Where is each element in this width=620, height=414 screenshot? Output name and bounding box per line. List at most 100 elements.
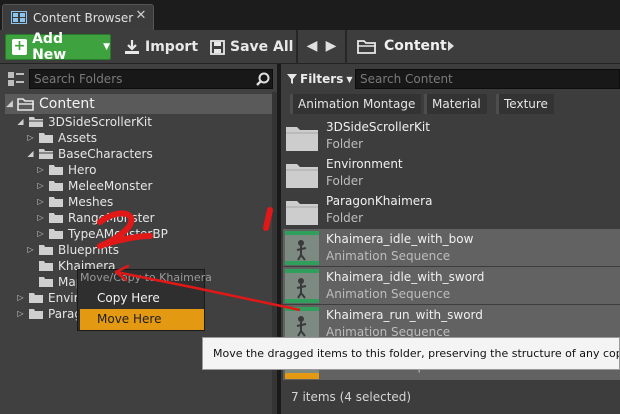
collapsed-arrow-icon[interactable]: ▷ <box>36 212 45 224</box>
tree-item-hero[interactable]: ▷ Hero <box>36 162 96 178</box>
tree-item-label: RangeMonster <box>68 211 155 225</box>
asset-name: Khaimera_idle_with_bow <box>326 232 474 246</box>
forward-arrow-icon[interactable]: ▶ <box>324 39 338 53</box>
filter-chip-texture[interactable]: Texture <box>496 94 554 114</box>
tab-content-browser[interactable]: Content Browser ✕ <box>2 4 154 30</box>
save-icon <box>210 39 225 55</box>
folder-icon <box>39 245 53 255</box>
tree-item-label: Hero <box>68 163 97 177</box>
asset-row[interactable]: ParagonKhaimera Folder <box>283 191 620 228</box>
tooltip: Move the dragged items to this folder, p… <box>202 337 620 370</box>
content-browser-icon <box>11 11 27 24</box>
toolbar: + Add New ▼ Import Save All ◀ ▶ Content <box>0 30 620 64</box>
move-here-menu-item[interactable]: Move Here <box>80 309 204 330</box>
filter-chip-material[interactable]: Material <box>424 94 487 114</box>
tree-item-content[interactable]: ◢ Content <box>5 94 272 114</box>
folder-open-icon <box>29 117 43 127</box>
asset-name: 3DSideScrollerKit <box>326 120 430 134</box>
expanded-arrow-icon[interactable]: ◢ <box>16 116 25 128</box>
close-icon[interactable]: ✕ <box>133 8 149 24</box>
collapsed-arrow-icon[interactable]: ▷ <box>36 228 45 240</box>
collapsed-arrow-icon[interactable]: ▷ <box>36 196 45 208</box>
asset-name: Khaimera_run_with_sword <box>326 308 483 322</box>
folder-icon <box>29 309 43 319</box>
filter-chip-label: Material <box>432 97 481 111</box>
asset-name: Khaimera_idle_with_sword <box>326 270 485 284</box>
tree-item-label: MeleeMonster <box>68 179 153 193</box>
filter-chip-label: Animation Montage <box>298 97 416 111</box>
drag-drop-menu-header: Move/Copy to Khaimera <box>80 271 212 284</box>
funnel-icon <box>287 74 297 84</box>
asset-type: Animation Sequence <box>326 287 451 301</box>
tree-item-label: TypeAMonsterBP <box>68 227 168 241</box>
folder-icon <box>286 164 318 188</box>
expanded-arrow-icon[interactable]: ◢ <box>26 148 35 160</box>
tree-item-label: 3DSideScrollerKit <box>48 115 152 129</box>
expanded-arrow-icon[interactable]: ◢ <box>5 98 14 110</box>
search-icon[interactable] <box>256 72 270 86</box>
chevron-right-icon[interactable] <box>448 41 454 51</box>
asset-row[interactable]: Khaimera_idle_with_sword Animation Seque… <box>283 267 620 304</box>
asset-type: Folder <box>326 137 364 151</box>
folder-icon <box>49 197 63 207</box>
collapsed-arrow-icon[interactable]: ▷ <box>26 244 35 256</box>
tree-item-blueprints[interactable]: ▷ Blueprints <box>26 242 119 258</box>
collapsed-arrow-icon[interactable]: ▷ <box>36 164 45 176</box>
animation-thumbnail-icon <box>285 269 319 303</box>
filter-chip-label: Texture <box>504 97 548 111</box>
chevron-down-icon: ▼ <box>346 74 353 84</box>
search-content-field[interactable] <box>355 69 620 89</box>
tree-item-3dsidescrollerkit[interactable]: ◢ 3DSideScrollerKit <box>16 114 152 130</box>
asset-type: Animation Sequence <box>326 249 451 263</box>
folder-icon <box>39 277 53 287</box>
save-all-button[interactable]: Save All <box>210 34 293 60</box>
copy-here-menu-item[interactable]: Copy Here <box>80 288 204 309</box>
status-bar: 7 items (4 selected) <box>291 390 412 404</box>
asset-type: Folder <box>326 211 364 225</box>
collapsed-arrow-icon[interactable]: ▷ <box>16 292 25 304</box>
animation-thumbnail-icon <box>285 231 319 265</box>
add-new-button[interactable]: + Add New ▼ <box>5 31 111 63</box>
folder-icon <box>357 40 376 54</box>
asset-name: Environment <box>326 157 403 171</box>
folder-icon <box>39 261 53 271</box>
import-button[interactable]: Import <box>124 34 198 60</box>
folder-open-icon <box>17 98 34 111</box>
tab-title: Content Browser <box>33 10 134 25</box>
tree-item-typeamonsterbp[interactable]: ▷ TypeAMonsterBP <box>36 226 168 242</box>
asset-name: ParagonKhaimera <box>326 194 433 208</box>
folder-open-icon <box>39 149 53 159</box>
animation-thumbnail-icon <box>285 307 319 341</box>
folder-icon <box>286 201 318 225</box>
filters-label: Filters <box>300 72 344 86</box>
breadcrumb[interactable]: Content <box>384 38 447 54</box>
filters-button[interactable]: Filters ▼ <box>287 69 353 89</box>
folder-icon <box>286 127 318 151</box>
chevron-down-icon: ▼ <box>103 42 110 52</box>
search-content-input[interactable] <box>356 70 619 88</box>
tree-item-label: Content <box>39 96 95 112</box>
tree-item-basecharacters[interactable]: ◢ BaseCharacters <box>26 146 152 162</box>
tree-item-meshes[interactable]: ▷ Meshes <box>36 194 113 210</box>
collapsed-arrow-icon[interactable]: ▷ <box>36 180 45 192</box>
folder-icon <box>29 293 43 303</box>
import-icon <box>125 40 139 54</box>
search-folders-field[interactable] <box>29 69 273 89</box>
folder-icon <box>49 213 63 223</box>
tree-item-meleemonster[interactable]: ▷ MeleeMonster <box>36 178 152 194</box>
tree-item-label: Meshes <box>68 195 114 209</box>
tree-item-rangemonster[interactable]: ▷ RangeMonster <box>36 210 155 226</box>
search-folders-input[interactable] <box>30 70 272 88</box>
collapsed-arrow-icon[interactable]: ▷ <box>26 132 35 144</box>
filter-icon[interactable] <box>8 72 24 86</box>
filter-chip-animation-montage[interactable]: Animation Montage <box>290 94 422 114</box>
tree-item-assets[interactable]: ▷ Assets <box>26 130 97 146</box>
collapsed-arrow-icon[interactable]: ▷ <box>16 308 25 320</box>
asset-row[interactable]: Environment Folder <box>283 154 620 191</box>
asset-row[interactable]: 3DSideScrollerKit Folder <box>283 117 620 154</box>
asset-row[interactable]: Khaimera_idle_with_bow Animation Sequenc… <box>283 229 620 266</box>
toolbar-divider <box>296 30 298 64</box>
back-arrow-icon[interactable]: ◀ <box>305 39 319 53</box>
